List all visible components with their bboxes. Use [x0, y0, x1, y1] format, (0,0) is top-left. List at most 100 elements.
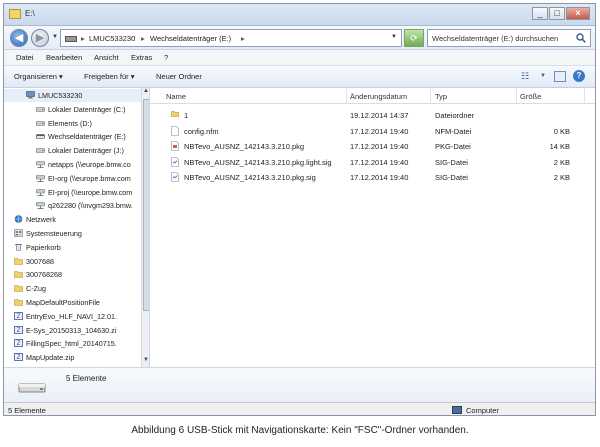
- nav-item[interactable]: Netzwerk: [4, 213, 142, 226]
- folder-icon: [14, 284, 23, 292]
- minimize-button[interactable]: _: [532, 7, 548, 20]
- share-button[interactable]: Freigeben für ▾: [84, 72, 134, 81]
- breadcrumb-separator: ▸: [141, 34, 145, 43]
- nav-item[interactable]: q262280 (\\nvgm293.bmw.: [4, 199, 142, 212]
- file-row[interactable]: NBTevo_AUSNZ_142143.3.210.pkg 17.12.2014 …: [150, 139, 595, 154]
- nav-item[interactable]: Systemsteuerung: [4, 227, 142, 240]
- new-folder-button[interactable]: Neuer Ordner: [156, 72, 202, 81]
- sig-file-icon: [171, 172, 179, 183]
- nav-item[interactable]: Wechseldatenträger (E:): [4, 130, 142, 143]
- back-button[interactable]: ◀: [10, 29, 28, 47]
- help-icon[interactable]: ?: [573, 70, 585, 82]
- close-button[interactable]: ×: [566, 7, 590, 20]
- nav-item[interactable]: Lokaler Datenträger (J:): [4, 144, 142, 157]
- address-dropdown[interactable]: ▼: [391, 34, 397, 40]
- nav-item[interactable]: EI-org (\\europe.bmw.com: [4, 172, 142, 185]
- maximize-button[interactable]: □: [549, 7, 565, 20]
- title-bar: E:\ _ □ ×: [4, 4, 595, 26]
- nav-item[interactable]: Z FillingSpec_html_20140715.: [4, 337, 142, 350]
- view-options-icon[interactable]: ☷: [518, 70, 532, 83]
- scroll-up-arrow[interactable]: ▲: [142, 88, 149, 97]
- nav-item-label: Lokaler Datenträger (C:): [48, 104, 126, 114]
- search-icon[interactable]: [576, 33, 586, 43]
- drive-icon: [36, 105, 45, 113]
- view-dropdown-icon[interactable]: ▼: [536, 70, 550, 83]
- nav-item[interactable]: Papierkorb: [4, 241, 142, 254]
- nav-item[interactable]: 3007688: [4, 255, 142, 268]
- forward-button[interactable]: ▶: [31, 29, 49, 47]
- details-pane: 5 Elemente: [4, 367, 595, 402]
- file-type: SIG-Datei: [435, 157, 468, 167]
- menu-ansicht[interactable]: Ansicht: [94, 53, 119, 62]
- nav-item[interactable]: LMUC533230: [4, 89, 142, 102]
- nav-item-label: MapDefaultPositionFile: [26, 298, 100, 307]
- nav-item-label: Wechseldatenträger (E:): [48, 132, 126, 142]
- file-row[interactable]: NBTevo_AUSNZ_142143.3.210.pkg.light.sig 1…: [150, 155, 595, 170]
- folder-icon: [14, 270, 23, 279]
- item-count: 5 Elemente: [66, 374, 107, 383]
- column-divider[interactable]: [430, 88, 431, 104]
- scroll-down-arrow[interactable]: ▼: [142, 357, 149, 366]
- file-name: NBTevo_AUSNZ_142143.3.210.pkg: [184, 142, 305, 152]
- address-bar[interactable]: ▸ LMUC533230 ▸ Wechseldatenträger (E:) ▸…: [60, 29, 402, 47]
- organize-button[interactable]: Organisieren ▾: [14, 72, 63, 81]
- nav-item[interactable]: C-Zug: [4, 282, 142, 295]
- refresh-button[interactable]: ⟳: [404, 29, 424, 47]
- status-item-count: 5 Elemente: [8, 406, 46, 415]
- column-date[interactable]: Änderungsdatum: [350, 92, 407, 101]
- file-file-icon: [171, 125, 179, 136]
- folder-file-icon: [171, 110, 179, 120]
- column-divider[interactable]: [516, 88, 517, 104]
- preview-pane-icon[interactable]: [554, 71, 566, 82]
- drive-icon: [36, 146, 45, 154]
- menu-extras[interactable]: Extras: [131, 53, 152, 62]
- column-name[interactable]: Name: [166, 92, 186, 101]
- search-input[interactable]: Wechseldatenträger (E:) durchsuchen: [427, 29, 591, 47]
- window-title: E:\: [25, 9, 35, 18]
- file-list: Name Änderungsdatum Typ Größe 1 19.12.201…: [150, 88, 595, 367]
- zip-icon: Z: [14, 311, 23, 320]
- file-name: NBTevo_AUSNZ_142143.3.210.pkg.light.sig: [184, 157, 332, 167]
- nav-item[interactable]: Z MapUpdate.zip: [4, 351, 142, 364]
- computer-icon: [452, 406, 462, 414]
- network-icon: [14, 215, 23, 223]
- nav-scrollbar[interactable]: ▲ ▼: [141, 88, 149, 367]
- menu-help[interactable]: ?: [164, 53, 168, 62]
- column-divider[interactable]: [346, 88, 347, 104]
- nav-item[interactable]: netapps (\\europe.bmw.co: [4, 158, 142, 171]
- nav-item[interactable]: Elements (D:): [4, 117, 142, 130]
- file-row[interactable]: NBTevo_AUSNZ_142143.3.210.pkg.sig 17.12.2…: [150, 170, 595, 185]
- nav-item-label: C-Zug: [26, 284, 46, 294]
- file-size: 0 KB: [553, 126, 570, 136]
- column-divider[interactable]: [584, 88, 585, 104]
- folder-icon: [14, 257, 23, 265]
- file-date: 17.12.2014 19:40: [350, 157, 409, 167]
- explorer-window: E:\ _ □ × ◀ ▶ ▼ ▸ LMUC533230 ▸ Wechselda…: [3, 3, 596, 416]
- nav-item[interactable]: Z E-Sys_20150313_104630.zi: [4, 324, 142, 337]
- file-row[interactable]: 1 19.12.2014 14:37 Dateiordner: [150, 108, 595, 123]
- nav-item[interactable]: EI-proj (\\europe.bmw.com: [4, 186, 142, 199]
- figure-caption: Abbildung 6 USB-Stick mit Navigationskar…: [131, 425, 469, 436]
- scrollbar-thumb[interactable]: [143, 99, 149, 311]
- column-size[interactable]: Größe: [520, 92, 541, 101]
- column-type[interactable]: Typ: [435, 92, 447, 101]
- breadcrumb-computer[interactable]: LMUC533230: [89, 34, 135, 43]
- file-type: PKG-Datei: [435, 142, 471, 152]
- file-name: 1: [184, 111, 189, 120]
- nav-item[interactable]: MapDefaultPositionFile: [4, 296, 142, 309]
- file-name: NBTevo_AUSNZ_142143.3.210.pkg.sig: [184, 173, 316, 183]
- breadcrumb-separator: ▸: [241, 34, 245, 43]
- menu-bearbeiten[interactable]: Bearbeiten: [46, 53, 82, 62]
- file-size: 2 KB: [553, 173, 570, 183]
- nav-item[interactable]: 300768268: [4, 268, 142, 281]
- breadcrumb-drive[interactable]: Wechseldatenträger (E:): [150, 34, 231, 43]
- file-row[interactable]: config.nfm 17.12.2014 19:40 NFM-Datei 0 KB: [150, 124, 595, 139]
- nav-item[interactable]: Lokaler Datenträger (C:): [4, 103, 142, 116]
- nav-item-label: Elements (D:): [48, 118, 92, 128]
- nav-item-label: netapps (\\europe.bmw.co: [48, 160, 131, 169]
- status-bar: 5 Elemente Computer: [4, 402, 595, 415]
- svg-text:Z: Z: [16, 327, 20, 334]
- recent-pages-dropdown[interactable]: ▼: [52, 34, 58, 40]
- menu-datei[interactable]: Datei: [16, 53, 34, 62]
- nav-item[interactable]: Z EntryEvo_HLF_NAVI_12.01.: [4, 310, 142, 323]
